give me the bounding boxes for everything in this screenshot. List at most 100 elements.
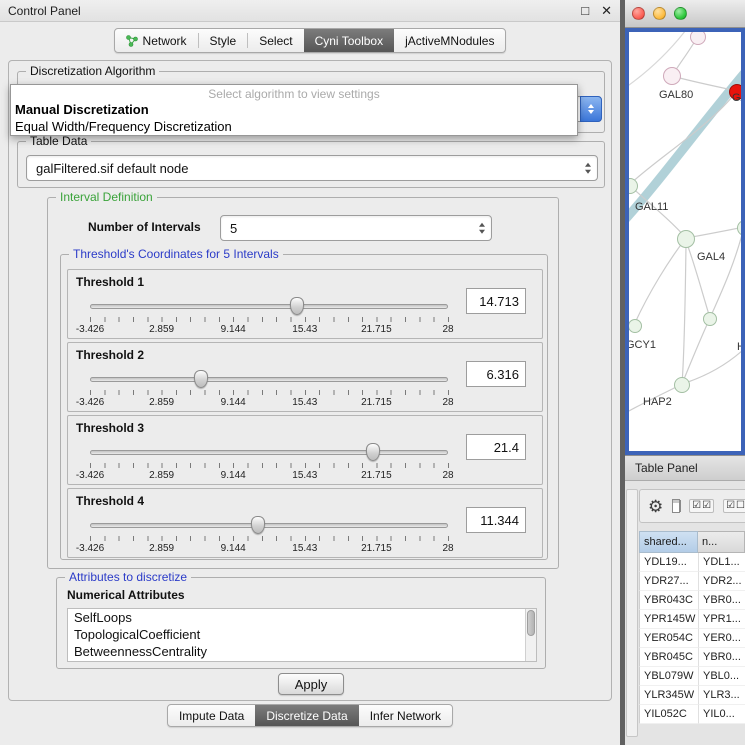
network-icon xyxy=(126,35,138,47)
list-item[interactable]: BetweennessCentrality xyxy=(68,643,536,660)
tab-network-label: Network xyxy=(143,34,187,48)
tab-network[interactable]: Network xyxy=(115,29,198,52)
zoom-traffic-light-icon[interactable] xyxy=(674,7,687,20)
algorithm-dropdown-popup: Select algorithm to view settings Manual… xyxy=(10,84,578,136)
tab-style[interactable]: Style xyxy=(199,29,248,52)
slider-thumb[interactable] xyxy=(366,443,380,461)
algorithm-option-equal-width-frequency[interactable]: Equal Width/Frequency Discretization xyxy=(11,118,577,135)
slider-track[interactable] xyxy=(90,304,448,309)
algorithm-option-manual-discretization[interactable]: Manual Discretization xyxy=(11,101,577,118)
threshold-1-value-field[interactable]: 14.713 xyxy=(466,288,526,314)
network-canvas[interactable]: GAL80 GA GAL11 GAL4 GCY1 HAP2 H xyxy=(625,28,745,455)
float-window-button[interactable]: □ xyxy=(581,4,589,17)
threshold-4-panel: Threshold 4 -3.426 2.859 9.144 15.43 21.… xyxy=(67,488,543,558)
table-data-combobox[interactable]: galFiltered.sif default node xyxy=(26,155,598,181)
node-label-hap2: HAP2 xyxy=(643,396,672,408)
threshold-4-value-field[interactable]: 11.344 xyxy=(466,507,526,533)
tab-select-label: Select xyxy=(259,34,292,48)
minimize-traffic-light-icon[interactable] xyxy=(653,7,666,20)
table-row[interactable]: YBL079WYBL0... xyxy=(639,667,745,686)
threshold-2-value-field[interactable]: 6.316 xyxy=(466,361,526,387)
slider-ticks xyxy=(90,317,449,322)
columns-icon[interactable] xyxy=(672,499,680,513)
network-node[interactable] xyxy=(703,312,717,326)
number-of-intervals-value: 5 xyxy=(230,221,237,236)
threshold-2-slider[interactable]: -3.426 2.859 9.144 15.43 21.715 28 xyxy=(90,369,448,409)
threshold-3-value-field[interactable]: 21.4 xyxy=(466,434,526,460)
table-row[interactable]: YPR145WYPR1... xyxy=(639,610,745,629)
slider-ticks xyxy=(90,390,449,395)
close-window-button[interactable]: ✕ xyxy=(601,4,612,17)
attributes-group: Attributes to discretize Numerical Attri… xyxy=(56,577,546,669)
node-label-h: H xyxy=(737,341,745,353)
tab-cyni-toolbox[interactable]: Cyni Toolbox xyxy=(304,29,394,52)
threshold-4-slider[interactable]: -3.426 2.859 9.144 15.43 21.715 28 xyxy=(90,515,448,555)
control-panel-window: Control Panel □ ✕ Network Style Select xyxy=(0,0,620,745)
select-columns-icon[interactable]: ☑☐ xyxy=(723,499,745,513)
list-item[interactable]: TopologicalCoefficient xyxy=(68,626,536,643)
column-header-name[interactable]: n... xyxy=(698,531,745,553)
tab-cyni-toolbox-label: Cyni Toolbox xyxy=(315,34,383,48)
attributes-group-title: Attributes to discretize xyxy=(65,570,191,584)
node-label-gal4: GAL4 xyxy=(697,251,725,263)
slider-thumb[interactable] xyxy=(194,370,208,388)
slider-scale-labels: -3.426 2.859 9.144 15.43 21.715 28 xyxy=(90,543,448,554)
threshold-1-label: Threshold 1 xyxy=(76,275,144,289)
network-node[interactable] xyxy=(663,67,681,85)
table-data-group-title: Table Data xyxy=(26,134,91,148)
gear-icon[interactable]: ⚙ xyxy=(648,498,663,515)
table-row[interactable]: YER054CYER0... xyxy=(639,629,745,648)
threshold-2-label: Threshold 2 xyxy=(76,348,144,362)
slider-scale-labels: -3.426 2.859 9.144 15.43 21.715 28 xyxy=(90,397,448,408)
column-header-shared-name[interactable]: shared... xyxy=(639,531,698,553)
network-view-window: GAL80 GA GAL11 GAL4 GCY1 HAP2 H xyxy=(625,0,745,455)
network-node[interactable] xyxy=(628,319,642,333)
numerical-attributes-list: SelfLoops TopologicalCoefficient Between… xyxy=(67,608,537,662)
tab-select[interactable]: Select xyxy=(248,29,303,52)
table-left-scrollbar[interactable] xyxy=(626,489,638,737)
list-scrollbar-thumb[interactable] xyxy=(527,610,535,636)
table-row[interactable]: YIL052CYIL0... xyxy=(639,705,745,724)
network-node[interactable] xyxy=(677,230,695,248)
number-of-intervals-combobox[interactable]: 5 xyxy=(220,215,492,241)
slider-thumb[interactable] xyxy=(251,516,265,534)
node-label-gal80: GAL80 xyxy=(659,89,693,101)
slider-scale-labels: -3.426 2.859 9.144 15.43 21.715 28 xyxy=(90,470,448,481)
table-row[interactable]: YDR27...YDR2... xyxy=(639,572,745,591)
tab-infer-network[interactable]: Infer Network xyxy=(359,705,452,726)
network-window-titlebar xyxy=(625,0,745,28)
list-scrollbar[interactable] xyxy=(525,609,536,661)
slider-track[interactable] xyxy=(90,523,448,528)
combobox-stepper-icon[interactable] xyxy=(580,96,602,122)
select-all-columns-icon[interactable]: ☑☑ xyxy=(689,499,714,513)
network-node[interactable] xyxy=(674,377,690,393)
network-node[interactable] xyxy=(690,29,706,45)
slider-thumb[interactable] xyxy=(290,297,304,315)
threshold-1-slider[interactable]: -3.426 2.859 9.144 15.43 21.715 28 xyxy=(90,296,448,336)
slider-scale-labels: -3.426 2.859 9.144 15.43 21.715 28 xyxy=(90,324,448,335)
top-tab-bar: Network Style Select Cyni Toolbox jActiv… xyxy=(0,28,620,53)
tab-jactivemnodules-label: jActiveMNodules xyxy=(405,34,494,48)
tab-discretize-data-label: Discretize Data xyxy=(266,709,347,723)
threshold-3-slider[interactable]: -3.426 2.859 9.144 15.43 21.715 28 xyxy=(90,442,448,482)
table-row[interactable]: YLR345WYLR3... xyxy=(639,686,745,705)
slider-track[interactable] xyxy=(90,450,448,455)
table-row[interactable]: YDL19...YDL1... xyxy=(639,553,745,572)
list-item[interactable]: SelfLoops xyxy=(68,609,536,626)
tab-infer-network-label: Infer Network xyxy=(370,709,441,723)
control-panel-title: Control Panel xyxy=(8,4,569,18)
node-table: shared... n... YDL19...YDL1... YDR27...Y… xyxy=(639,531,745,724)
tab-impute-data-label: Impute Data xyxy=(179,709,244,723)
tab-impute-data[interactable]: Impute Data xyxy=(168,705,255,726)
apply-button[interactable]: Apply xyxy=(278,673,344,695)
slider-ticks xyxy=(90,536,449,541)
tab-discretize-data[interactable]: Discretize Data xyxy=(255,705,358,726)
close-traffic-light-icon[interactable] xyxy=(632,7,645,20)
numerical-attributes-label: Numerical Attributes xyxy=(67,588,185,602)
tab-jactivemnodules[interactable]: jActiveMNodules xyxy=(394,29,505,52)
table-row[interactable]: YBR045CYBR0... xyxy=(639,648,745,667)
table-data-selected-value: galFiltered.sif default node xyxy=(36,161,188,176)
slider-track[interactable] xyxy=(90,377,448,382)
control-panel-titlebar: Control Panel □ ✕ xyxy=(0,0,620,22)
table-row[interactable]: YBR043CYBR0... xyxy=(639,591,745,610)
